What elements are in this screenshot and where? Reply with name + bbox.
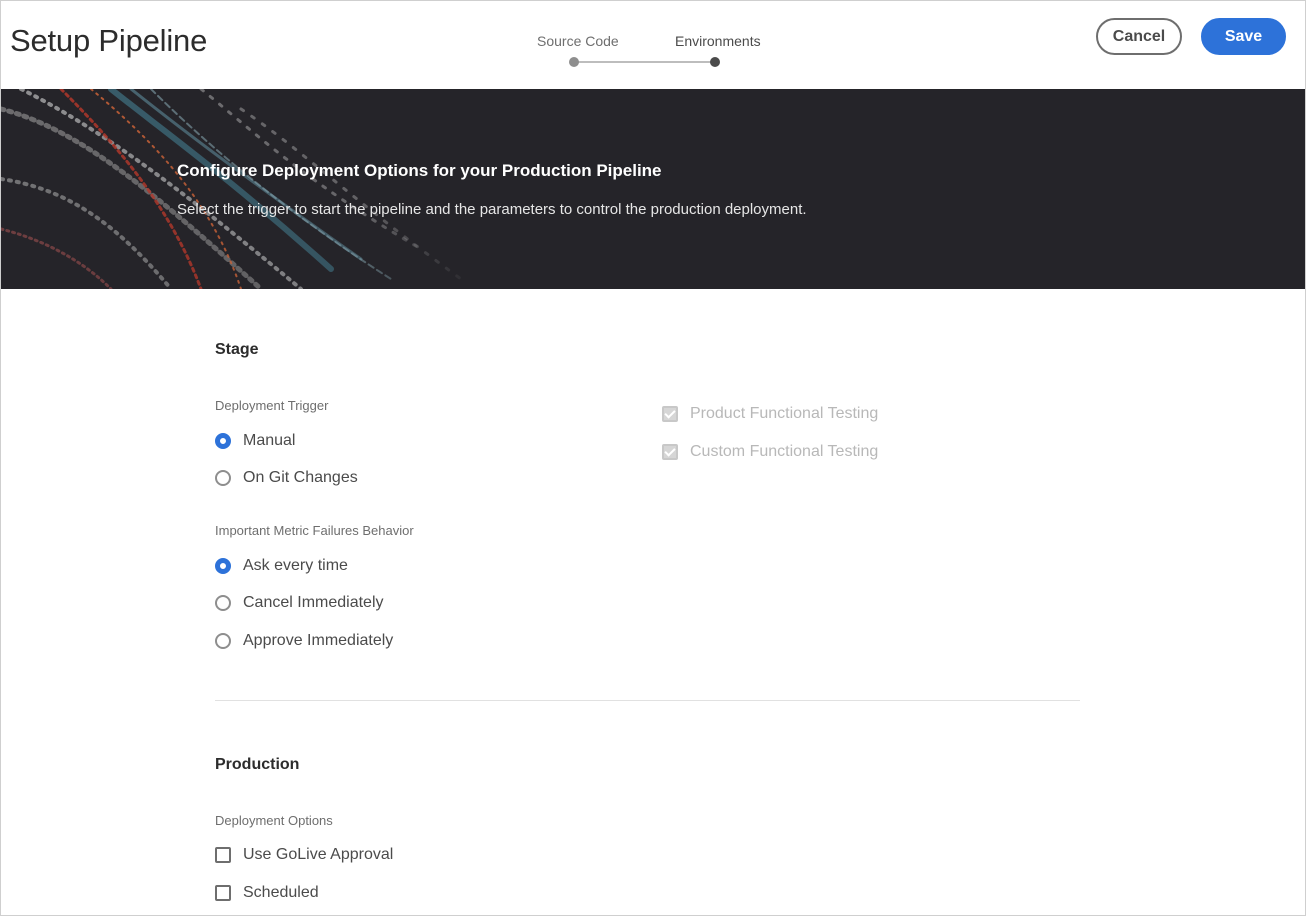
radio-approve-immediately-label: Approve Immediately	[243, 632, 394, 649]
checkbox-scheduled[interactable]: Scheduled	[215, 881, 319, 905]
deployment-options-label: Deployment Options	[215, 813, 333, 828]
save-button[interactable]: Save	[1201, 18, 1286, 55]
section-divider	[215, 700, 1080, 701]
checkbox-use-golive-approval[interactable]: Use GoLive Approval	[215, 843, 393, 867]
checkbox-checked-icon	[662, 406, 678, 422]
radio-approve-immediately[interactable]: Approve Immediately	[215, 629, 393, 653]
checkbox-unchecked-icon	[215, 885, 231, 901]
hero-banner: Configure Deployment Options for your Pr…	[1, 89, 1305, 289]
step-source-code: Source Code	[537, 33, 619, 49]
deployment-trigger-label: Deployment Trigger	[215, 398, 329, 413]
custom-functional-testing-label: Custom Functional Testing	[690, 443, 879, 460]
radio-cancel-immediately-label: Cancel Immediately	[243, 594, 384, 611]
radio-on-git-changes[interactable]: On Git Changes	[215, 466, 358, 490]
radio-ask-every-time-label: Ask every time	[243, 557, 348, 574]
radio-unselected-icon	[215, 470, 231, 486]
radio-selected-icon	[215, 433, 231, 449]
product-functional-testing-label: Product Functional Testing	[690, 405, 879, 422]
page-title: Setup Pipeline	[10, 23, 208, 58]
header-bar: Setup Pipeline Source Code Environments …	[1, 1, 1305, 89]
hero-title: Configure Deployment Options for your Pr…	[177, 161, 662, 180]
radio-on-git-changes-label: On Git Changes	[243, 469, 358, 486]
hero-background-art	[1, 89, 481, 289]
radio-cancel-immediately[interactable]: Cancel Immediately	[215, 591, 384, 615]
radio-manual-label: Manual	[243, 432, 296, 449]
checkbox-unchecked-icon	[215, 847, 231, 863]
production-section-title: Production	[215, 756, 300, 773]
stepper-line	[574, 61, 714, 63]
step-environments: Environments	[675, 33, 761, 49]
checkbox-product-functional-testing: Product Functional Testing	[662, 402, 878, 426]
cancel-button[interactable]: Cancel	[1096, 18, 1182, 55]
use-golive-approval-label: Use GoLive Approval	[243, 846, 394, 863]
progress-stepper: Source Code Environments	[521, 31, 781, 71]
checkbox-custom-functional-testing: Custom Functional Testing	[662, 440, 878, 464]
app-window: Setup Pipeline Source Code Environments …	[0, 0, 1306, 916]
radio-unselected-icon	[215, 633, 231, 649]
hero-subtitle: Select the trigger to start the pipeline…	[177, 201, 807, 218]
metric-failures-label: Important Metric Failures Behavior	[215, 523, 414, 538]
step-dot-environments	[710, 57, 720, 67]
scheduled-label: Scheduled	[243, 884, 319, 901]
step-dot-source-code	[569, 57, 579, 67]
radio-ask-every-time[interactable]: Ask every time	[215, 554, 348, 578]
radio-selected-icon	[215, 558, 231, 574]
stage-section-title: Stage	[215, 341, 259, 358]
radio-manual[interactable]: Manual	[215, 429, 295, 453]
radio-unselected-icon	[215, 595, 231, 611]
checkbox-checked-icon	[662, 444, 678, 460]
